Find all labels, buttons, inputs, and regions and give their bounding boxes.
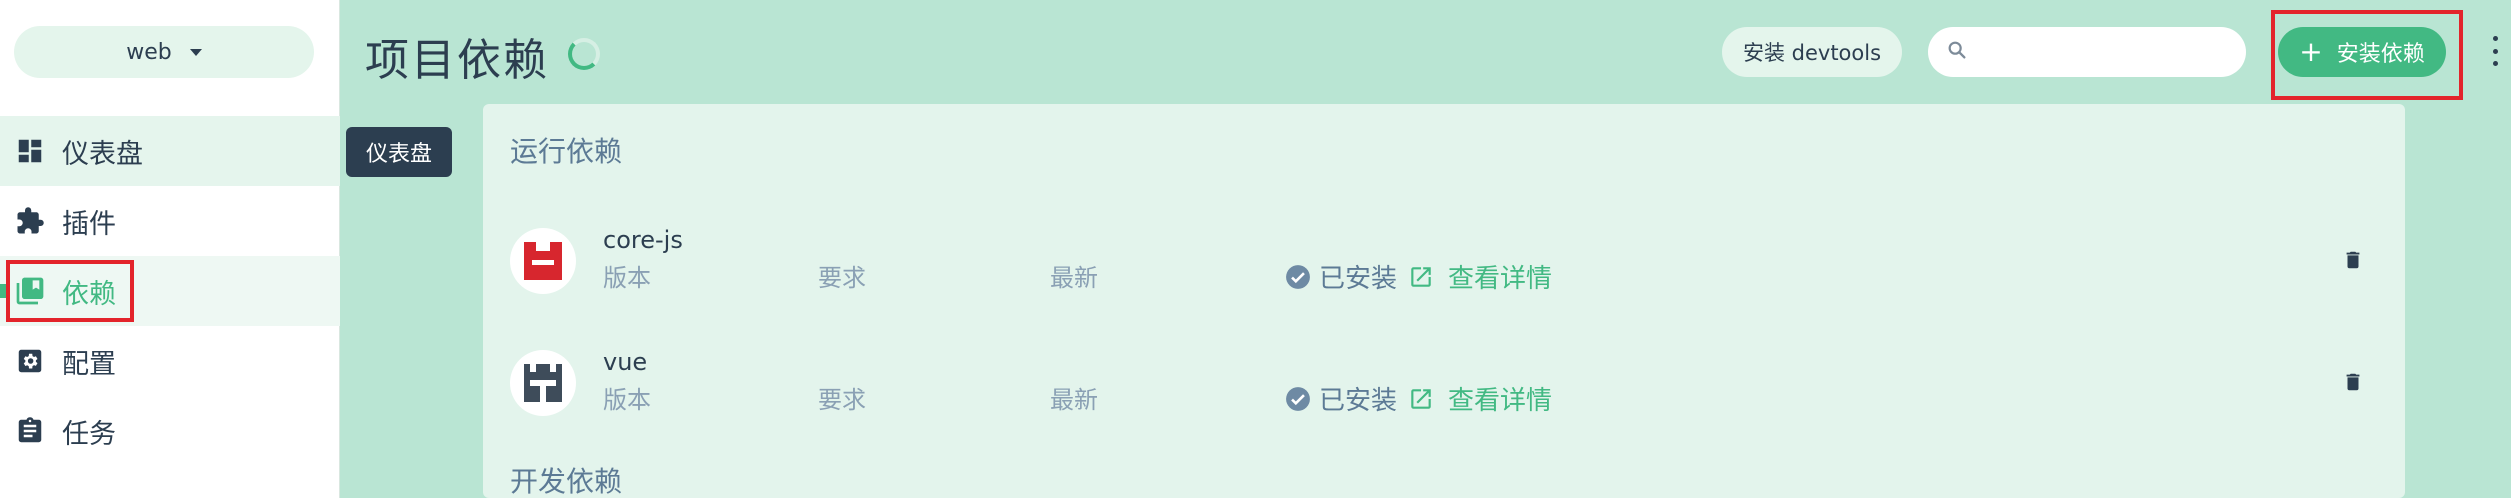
dependency-row: vue 版本 要求 最新 已安装 查看详情 xyxy=(483,336,2405,446)
sidebar-item-plugins[interactable]: 插件 xyxy=(0,186,340,256)
sidebar-item-configuration[interactable]: 配置 xyxy=(0,326,340,396)
external-link-icon xyxy=(1408,264,1434,290)
search-icon xyxy=(1946,39,1968,65)
clipboard-icon xyxy=(14,415,46,447)
installed-label: 已安装 xyxy=(1319,264,1398,294)
library-icon xyxy=(14,275,46,307)
page-title: 项目依赖 xyxy=(365,35,549,86)
search-box[interactable] xyxy=(1928,27,2246,77)
sidebar-item-label: 依赖 xyxy=(62,278,116,310)
version-label: 版本 xyxy=(603,386,651,414)
check-circle-icon xyxy=(1285,264,1311,290)
dev-dependencies-title: 开发依赖 xyxy=(510,465,623,498)
installed-label: 已安装 xyxy=(1319,386,1398,416)
runtime-dependencies-title: 运行依赖 xyxy=(510,135,623,168)
view-details-label: 查看详情 xyxy=(1448,386,1553,416)
project-name: web xyxy=(126,39,172,65)
version-label: 版本 xyxy=(603,264,651,292)
delete-icon[interactable] xyxy=(2338,364,2368,400)
sidebar-item-tasks[interactable]: 任务 xyxy=(0,396,340,466)
sidebar-item-label: 插件 xyxy=(62,208,116,240)
view-details-link[interactable]: 查看详情 xyxy=(1408,258,1552,295)
core-js-logo-icon xyxy=(510,228,576,294)
external-link-icon xyxy=(1408,386,1434,412)
sidebar: web 仪表盘 插件 依赖 配置 任务 xyxy=(0,0,340,498)
gear-icon xyxy=(14,345,46,377)
wanted-label: 要求 xyxy=(818,264,866,292)
sidebar-item-label: 任务 xyxy=(62,418,116,450)
dependencies-panel: 运行依赖 core-js 版本 要求 最新 已安装 查看详情 vue 版本 要求… xyxy=(483,104,2405,498)
loading-spinner-icon xyxy=(568,38,600,70)
install-dependency-button[interactable]: + 安装依赖 xyxy=(2278,27,2446,77)
search-input[interactable] xyxy=(1978,40,2238,64)
dependency-name: vue xyxy=(603,348,648,376)
tooltip: 仪表盘 xyxy=(346,127,452,177)
dashboard-icon xyxy=(14,135,46,167)
check-circle-icon xyxy=(1285,386,1311,412)
sidebar-item-label: 配置 xyxy=(62,348,116,380)
view-details-label: 查看详情 xyxy=(1448,264,1553,294)
installed-status: 已安装 xyxy=(1285,258,1397,295)
install-devtools-button[interactable]: 安装 devtools xyxy=(1722,27,1902,77)
dependency-name: core-js xyxy=(603,226,683,254)
caret-down-icon xyxy=(189,48,202,56)
install-dependency-label: 安装依赖 xyxy=(2336,42,2425,67)
project-selector[interactable]: web xyxy=(14,26,314,78)
vue-package-icon xyxy=(510,350,576,416)
view-details-link[interactable]: 查看详情 xyxy=(1408,380,1552,417)
more-options-icon[interactable] xyxy=(2490,36,2500,66)
sidebar-item-dashboard[interactable]: 仪表盘 xyxy=(0,116,340,186)
installed-status: 已安装 xyxy=(1285,380,1397,417)
delete-icon[interactable] xyxy=(2338,242,2368,278)
dependency-row: core-js 版本 要求 最新 已安装 查看详情 xyxy=(483,214,2405,324)
plus-icon: + xyxy=(2299,35,2323,68)
sidebar-item-dependencies[interactable]: 依赖 xyxy=(0,256,340,326)
latest-label: 最新 xyxy=(1050,386,1098,414)
wanted-label: 要求 xyxy=(818,386,866,414)
puzzle-icon xyxy=(14,205,46,237)
sidebar-item-label: 仪表盘 xyxy=(62,138,143,170)
latest-label: 最新 xyxy=(1050,264,1098,292)
